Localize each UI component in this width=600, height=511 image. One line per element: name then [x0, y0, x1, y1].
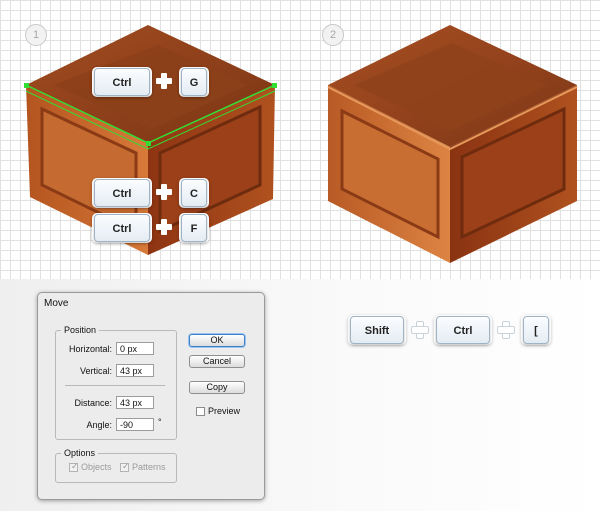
plus-icon-3 [155, 218, 173, 236]
plus-icon-1 [155, 72, 173, 90]
selection-handle-center [146, 141, 151, 146]
cancel-button[interactable]: Cancel [189, 355, 245, 368]
patterns-label: Patterns [132, 462, 166, 472]
c-key: C [181, 179, 207, 207]
preview-checkbox[interactable] [196, 407, 205, 416]
patterns-checkbox[interactable]: ✓ [120, 461, 130, 472]
horizontal-label: Horizontal: [68, 344, 112, 354]
ctrl-key-1: Ctrl [94, 68, 150, 96]
plus-icon-4 [411, 321, 429, 339]
tutorial-canvas: 1 2 Ctrl G Ctrl C Ctrl F Move Position H… [0, 0, 600, 511]
vertical-label: Vertical: [79, 366, 112, 376]
shift-key: Shift [350, 316, 404, 344]
angle-degree-unit: ° [158, 417, 162, 427]
ctrl-key-4: Ctrl [436, 316, 490, 344]
plus-icon-2 [155, 183, 173, 201]
move-dialog: Move Position Horizontal: 0 px Vertical:… [37, 292, 265, 500]
distance-input[interactable]: 43 px [116, 396, 154, 409]
distance-label: Distance: [74, 398, 112, 408]
dialog-title: Move [44, 298, 69, 309]
preview-label: Preview [208, 406, 241, 416]
angle-input[interactable]: -90 [116, 418, 154, 431]
ctrl-key-2: Ctrl [94, 179, 150, 207]
position-divider [65, 385, 165, 386]
plus-icon-5 [497, 321, 515, 339]
angle-label: Angle: [86, 420, 112, 430]
selection-handle-left [24, 83, 29, 88]
wooden-crate-2 [327, 25, 578, 263]
horizontal-input[interactable]: 0 px [116, 342, 154, 355]
options-legend: Options [61, 448, 99, 458]
f-key: F [181, 214, 207, 242]
ctrl-key-3: Ctrl [94, 214, 150, 242]
selection-handle-right [272, 83, 277, 88]
objects-checkbox[interactable]: ✓ [69, 461, 79, 472]
copy-button[interactable]: Copy [189, 381, 245, 394]
objects-label: Objects [81, 462, 112, 472]
g-key: G [181, 68, 207, 96]
position-legend: Position [61, 325, 100, 335]
vertical-input[interactable]: 43 px [116, 364, 154, 377]
left-bracket-key: [ [523, 316, 549, 344]
objects-checkmark-icon: ✓ [71, 461, 79, 471]
patterns-checkmark-icon: ✓ [122, 461, 130, 471]
ok-button[interactable]: OK [189, 334, 245, 347]
